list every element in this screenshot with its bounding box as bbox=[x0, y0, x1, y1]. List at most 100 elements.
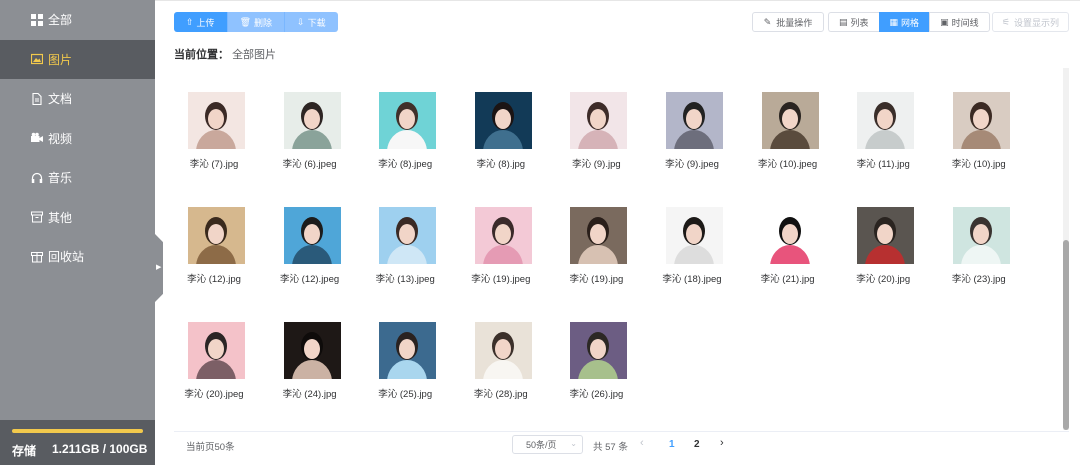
file-name: 李沁 (8).jpg bbox=[476, 159, 526, 170]
file-tile[interactable]: 李沁 (8).jpeg bbox=[365, 68, 445, 170]
sidebar-item-3[interactable]: 视频 bbox=[0, 119, 155, 159]
file-grid: 李沁 (7).jpg 李沁 (6).jpeg 李沁 (8).jpeg 李沁 (8).j… bbox=[174, 68, 1064, 431]
image-thumbnail[interactable] bbox=[474, 92, 532, 149]
file-name: 李沁 (28).jpg bbox=[473, 389, 528, 400]
file-tile[interactable]: 李沁 (25).jpg bbox=[365, 298, 445, 400]
image-thumbnail[interactable] bbox=[188, 207, 245, 264]
sidebar-item-label: 视频 bbox=[48, 131, 73, 146]
image-thumbnail[interactable] bbox=[474, 322, 532, 379]
file-name: 李沁 (24).jpg bbox=[282, 389, 337, 400]
file-tile[interactable]: 李沁 (20).jpg bbox=[843, 183, 923, 285]
file-tile[interactable]: 李沁 (9).jpg bbox=[556, 68, 636, 170]
file-name: 李沁 (7).jpg bbox=[189, 159, 239, 170]
image-thumbnail[interactable] bbox=[666, 92, 723, 149]
sidebar-item-label: 全部 bbox=[48, 13, 73, 28]
image-thumbnail[interactable] bbox=[857, 92, 915, 149]
image-thumbnail[interactable] bbox=[379, 92, 437, 149]
image-thumbnail[interactable] bbox=[283, 92, 341, 149]
sidebar-item-0[interactable]: 全部 bbox=[0, 0, 155, 40]
file-tile[interactable]: 李沁 (18).jpeg bbox=[652, 183, 732, 285]
sidebar-item-2[interactable]: 文档 bbox=[0, 79, 155, 119]
batch-operation-button[interactable]: ✎ 批量操作 bbox=[752, 12, 824, 32]
delete-button[interactable]: 🗑 删除 bbox=[227, 12, 286, 32]
view-label: 网格 bbox=[901, 17, 920, 28]
calendar-icon: ▣ bbox=[940, 16, 949, 27]
grid-icon bbox=[31, 13, 43, 26]
file-tile[interactable]: 李沁 (8).jpg bbox=[461, 68, 541, 170]
image-thumbnail[interactable] bbox=[188, 322, 245, 379]
file-tile[interactable]: 李沁 (9).jpeg bbox=[652, 68, 732, 170]
image-thumbnail[interactable] bbox=[857, 207, 915, 264]
view-timeline-button[interactable]: ▣ 时间线 bbox=[929, 12, 990, 32]
file-name: 李沁 (13).jpeg bbox=[375, 274, 435, 285]
file-tile[interactable]: 李沁 (7).jpg bbox=[174, 68, 254, 170]
prev-page-button[interactable]: ‹ bbox=[640, 437, 644, 449]
file-name: 李沁 (8).jpeg bbox=[378, 159, 433, 170]
scrollbar[interactable] bbox=[1063, 68, 1069, 430]
file-tile[interactable]: 李沁 (10).jpeg bbox=[748, 68, 828, 170]
image-thumbnail[interactable] bbox=[761, 92, 819, 149]
page-2-button[interactable]: 2 bbox=[694, 439, 700, 450]
image-thumbnail[interactable] bbox=[666, 207, 723, 264]
upload-button[interactable]: ⇧ 上传 bbox=[174, 12, 228, 32]
file-tile[interactable]: 李沁 (12).jpg bbox=[174, 183, 254, 285]
image-thumbnail[interactable] bbox=[379, 207, 437, 264]
image-thumbnail[interactable] bbox=[283, 207, 341, 264]
download-label: 下载 bbox=[307, 17, 326, 28]
sidebar-item-1[interactable]: 图片 bbox=[0, 39, 155, 79]
file-tile[interactable]: 李沁 (26).jpg bbox=[556, 298, 636, 400]
file-name: 李沁 (23).jpg bbox=[951, 274, 1006, 285]
file-name: 李沁 (10).jpg bbox=[951, 159, 1006, 170]
image-thumbnail[interactable] bbox=[570, 322, 628, 379]
headphones-icon bbox=[31, 172, 43, 184]
image-thumbnail[interactable] bbox=[379, 322, 437, 379]
next-page-button[interactable]: › bbox=[720, 437, 724, 449]
file-name: 李沁 (9).jpeg bbox=[665, 159, 719, 170]
file-tile[interactable]: 李沁 (20).jpeg bbox=[174, 298, 254, 400]
image-thumbnail[interactable] bbox=[952, 92, 1010, 149]
file-tile[interactable]: 李沁 (24).jpg bbox=[270, 298, 350, 400]
file-name: 李沁 (6).jpeg bbox=[282, 159, 337, 170]
page-1-button[interactable]: 1 bbox=[669, 439, 675, 450]
file-name: 李沁 (26).jpg bbox=[569, 389, 624, 400]
file-tile[interactable]: 李沁 (10).jpg bbox=[939, 68, 1019, 170]
file-tile[interactable]: 李沁 (13).jpeg bbox=[365, 183, 445, 285]
image-thumbnail[interactable] bbox=[570, 207, 628, 264]
view-list-button[interactable]: ▤ 列表 bbox=[828, 12, 879, 32]
file-name: 李沁 (20).jpg bbox=[856, 274, 911, 285]
image-thumbnail[interactable] bbox=[188, 92, 245, 149]
file-name: 李沁 (18).jpeg bbox=[662, 274, 722, 285]
breadcrumb-path[interactable]: 全部图片 bbox=[232, 49, 276, 61]
file-tile[interactable]: 李沁 (6).jpeg bbox=[270, 68, 350, 170]
file-tile[interactable]: 李沁 (19).jpg bbox=[556, 183, 636, 285]
image-icon bbox=[31, 53, 43, 65]
file-tile[interactable]: 李沁 (12).jpeg bbox=[270, 183, 350, 285]
file-action-group: ⇧ 上传 🗑 删除 ⇩ 下载 bbox=[174, 12, 338, 32]
image-thumbnail[interactable] bbox=[761, 207, 819, 264]
image-thumbnail[interactable] bbox=[952, 207, 1010, 264]
image-thumbnail[interactable] bbox=[474, 207, 532, 264]
file-tile[interactable]: 李沁 (11).jpg bbox=[843, 68, 923, 170]
page-size-select[interactable]: 50条/页 ⌄ bbox=[512, 435, 583, 454]
file-name: 李沁 (10).jpeg bbox=[758, 159, 818, 170]
download-button[interactable]: ⇩ 下载 bbox=[285, 12, 338, 32]
scrollbar-thumb[interactable] bbox=[1063, 240, 1069, 430]
sidebar-item-5[interactable]: 其他 bbox=[0, 198, 155, 238]
file-tile[interactable]: 李沁 (21).jpg bbox=[748, 183, 828, 285]
sidebar-item-4[interactable]: 音乐 bbox=[0, 158, 155, 198]
total-count: 共 57 条 bbox=[593, 442, 628, 453]
image-thumbnail[interactable] bbox=[570, 92, 628, 149]
sidebar-nav: 全部图片 文档视频音乐 其他 回收站 bbox=[0, 0, 155, 277]
sidebar-collapse-handle[interactable]: ▶ bbox=[155, 234, 163, 302]
column-settings-button[interactable]: ⚟ 设置显示列 bbox=[992, 12, 1069, 32]
file-name: 李沁 (11).jpg bbox=[856, 159, 910, 170]
view-grid-button[interactable]: ▦ 网格 bbox=[878, 12, 930, 32]
file-tile[interactable]: 李沁 (28).jpg bbox=[461, 298, 541, 400]
sliders-icon: ⚟ bbox=[1001, 16, 1011, 27]
view-mode-group: ▤ 列表 ▦ 网格 ▣ 时间线 bbox=[828, 12, 990, 32]
sidebar-item-6[interactable]: 回收站 bbox=[0, 237, 155, 277]
file-tile[interactable]: 李沁 (23).jpg bbox=[939, 183, 1019, 285]
file-name: 李沁 (19).jpg bbox=[569, 274, 624, 285]
file-tile[interactable]: 李沁 (19).jpeg bbox=[461, 183, 541, 285]
image-thumbnail[interactable] bbox=[283, 322, 341, 379]
